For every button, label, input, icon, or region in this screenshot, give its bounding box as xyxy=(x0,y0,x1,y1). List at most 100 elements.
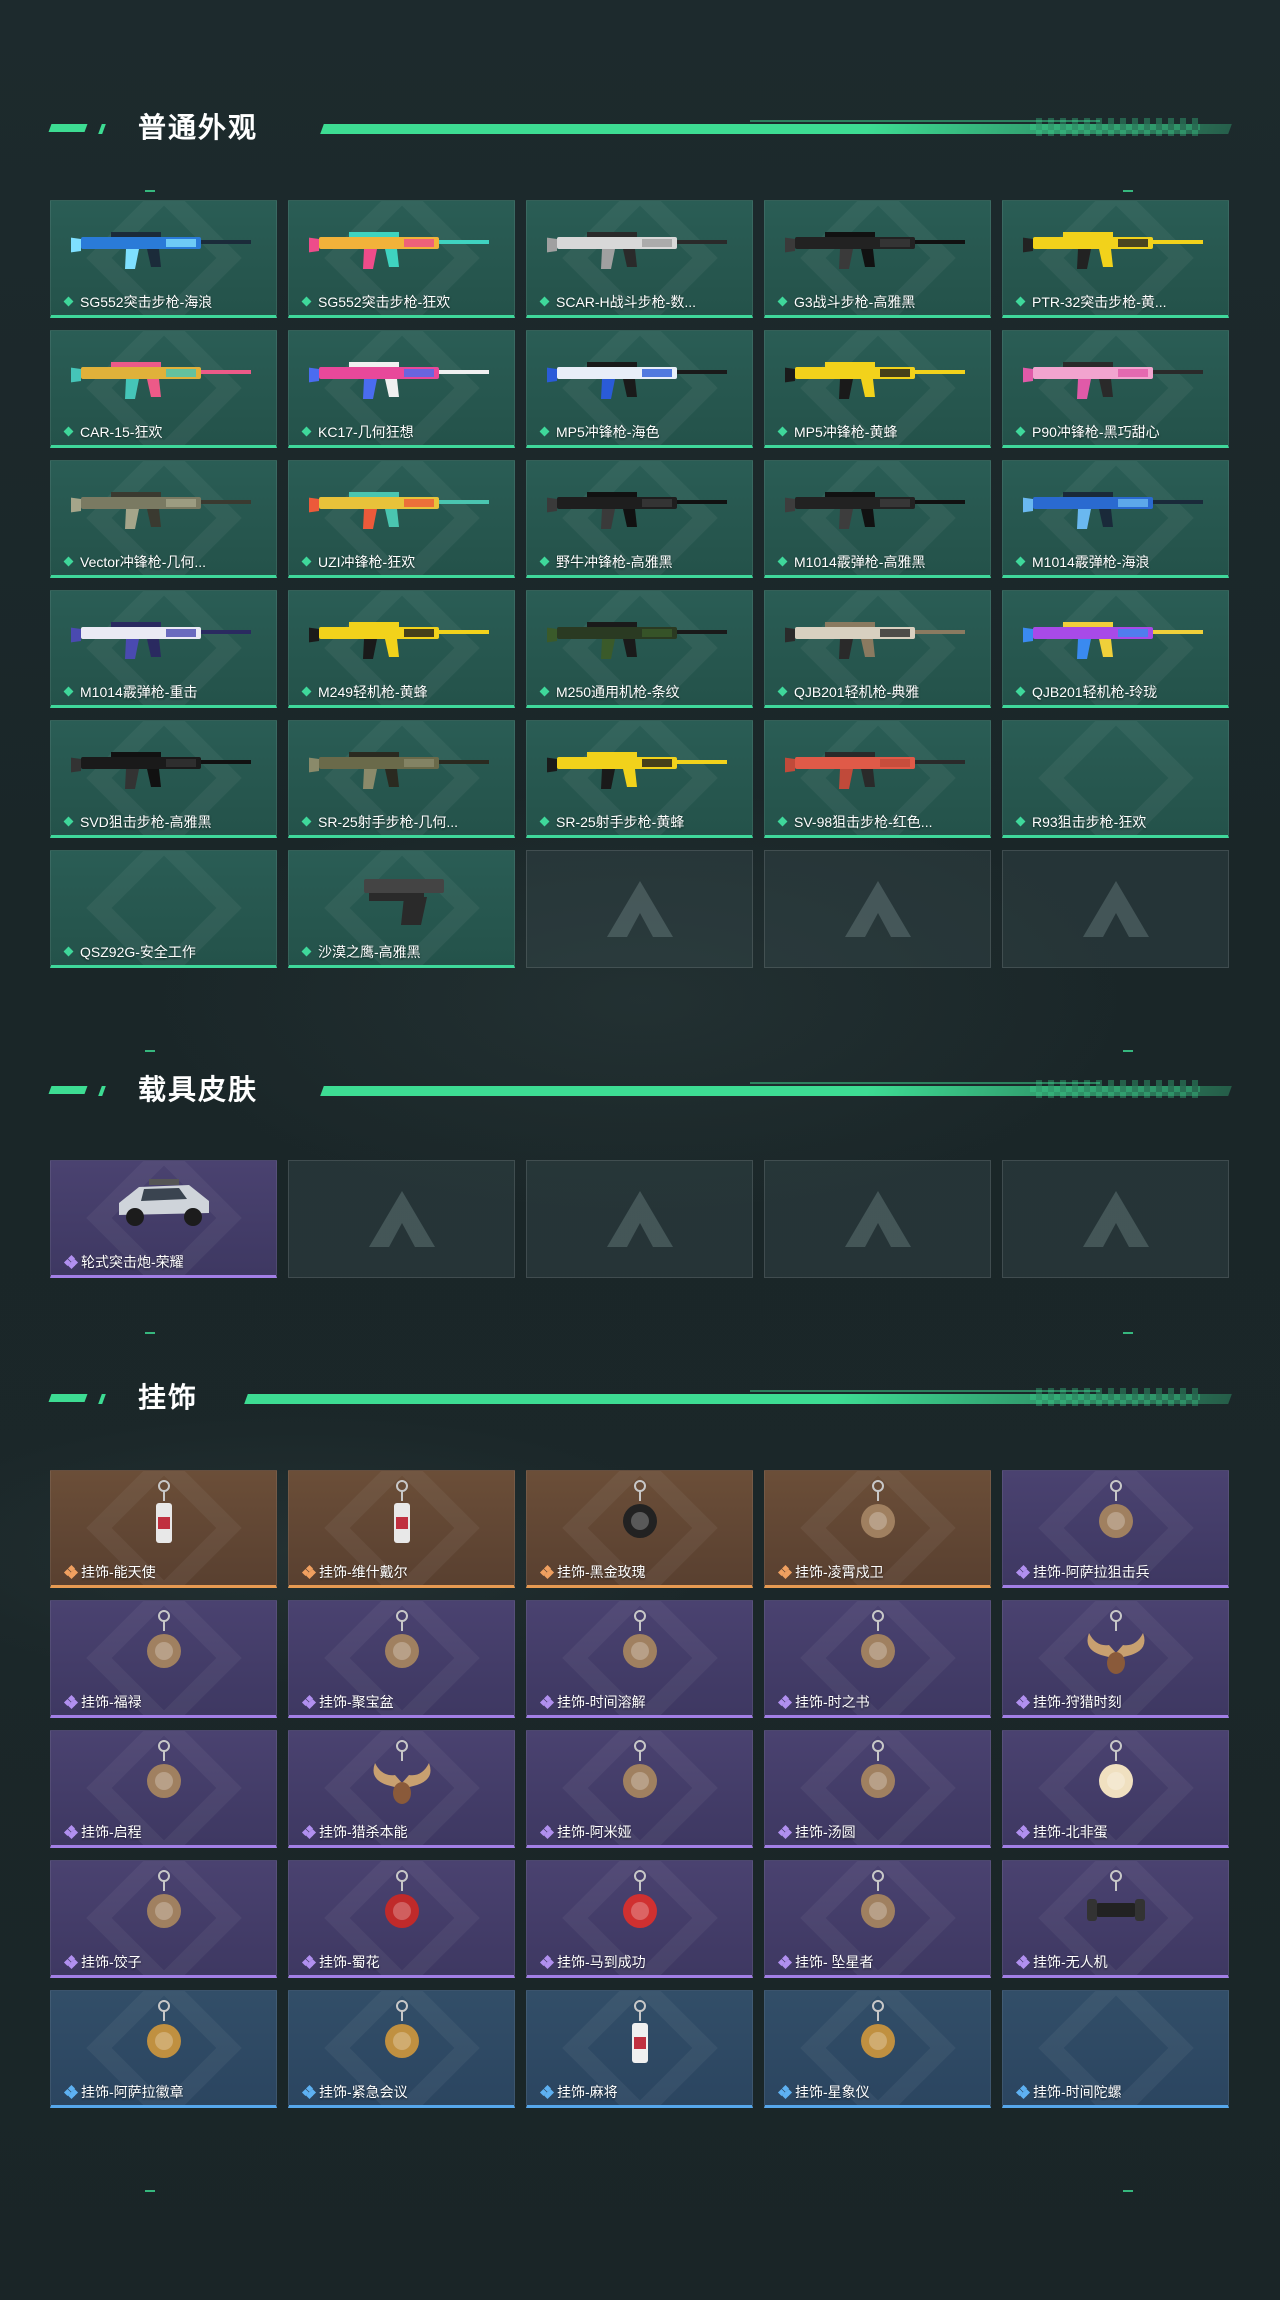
weapon-skin-card[interactable]: SR-25射手步枪-黄蜂 xyxy=(526,720,753,838)
weapon-skin-card[interactable]: SG552突击步枪-狂欢 xyxy=(288,200,515,318)
card-label: KC17-几何狂想 xyxy=(301,423,414,441)
rose-icon xyxy=(622,1480,657,1538)
card-label: M249轻机枪-黄蜂 xyxy=(301,683,428,701)
weapon-skin-card[interactable]: M1014霰弹枪-高雅黑 xyxy=(764,460,991,578)
weapon-image xyxy=(309,622,489,659)
charm-card[interactable]: 挂饰-阿萨拉狙击兵 xyxy=(1002,1470,1229,1588)
charm-card[interactable]: 挂饰-汤圆 xyxy=(764,1730,991,1848)
rarity-icon xyxy=(1015,556,1026,567)
charm-card[interactable]: 挂饰-狩猎时刻 xyxy=(1002,1600,1229,1718)
rarity-icon xyxy=(539,816,550,827)
card-label-text: QJB201轻机枪-玲珑 xyxy=(1032,684,1158,700)
placeholder-logo-icon xyxy=(1082,1191,1149,1247)
charm-card[interactable]: 挂饰-饺子 xyxy=(50,1860,277,1978)
weapon-skin-card[interactable]: M249轻机枪-黄蜂 xyxy=(288,590,515,708)
rarity-icon xyxy=(1015,1824,1031,1840)
weapon-image xyxy=(71,752,251,789)
weapon-skin-card[interactable]: M1014霰弹枪-海浪 xyxy=(1002,460,1229,578)
weapon-skin-card[interactable]: R93狙击步枪-狂欢 xyxy=(1002,720,1229,838)
charm-card[interactable]: 挂饰-启程 xyxy=(50,1730,277,1848)
weapon-skin-card[interactable]: QJB201轻机枪-典雅 xyxy=(764,590,991,708)
card-label: 挂饰-北非蛋 xyxy=(1015,1823,1108,1841)
card-label: CAR-15-狂欢 xyxy=(63,423,162,441)
charm-card[interactable]: 挂饰-阿萨拉徽章 xyxy=(50,1990,277,2108)
weapon-skin-card[interactable]: M250通用机枪-条纹 xyxy=(526,590,753,708)
rarity-icon xyxy=(1015,1564,1031,1580)
card-label-text: 挂饰-猎杀本能 xyxy=(319,1824,408,1840)
weapon-image xyxy=(309,492,489,529)
card-label-text: UZI冲锋枪-狂欢 xyxy=(318,554,416,570)
decor-tick xyxy=(145,1050,155,1052)
horse-icon xyxy=(622,1870,657,1928)
weapon-skin-card[interactable]: 沙漠之鹰-高雅黑 xyxy=(288,850,515,968)
weapon-image xyxy=(547,232,727,269)
card-label-text: M1014霰弹枪-海浪 xyxy=(1032,554,1150,570)
weapon-skin-card[interactable]: SV-98狙击步枪-红色... xyxy=(764,720,991,838)
weapon-skin-card[interactable]: Vector冲锋枪-几何... xyxy=(50,460,277,578)
weapon-skin-card[interactable]: MP5冲锋枪-海色 xyxy=(526,330,753,448)
charm-card[interactable]: 挂饰- 坠星者 xyxy=(764,1860,991,1978)
weapon-skin-card[interactable]: P90冲锋枪-黑巧甜心 xyxy=(1002,330,1229,448)
vehicle-skin-card[interactable]: 轮式突击炮-荣耀 xyxy=(50,1160,277,1278)
charm-card[interactable]: 挂饰-时之书 xyxy=(764,1600,991,1718)
charm-card[interactable]: 挂饰-时间溶解 xyxy=(526,1600,753,1718)
rarity-icon xyxy=(777,1824,793,1840)
rarity-icon xyxy=(1015,426,1026,437)
charm-card[interactable]: 挂饰-猎杀本能 xyxy=(288,1730,515,1848)
charm-card[interactable]: 挂饰-阿米娅 xyxy=(526,1730,753,1848)
empty-slot xyxy=(1002,850,1229,968)
weapon-skin-card[interactable]: SCAR-H战斗步枪-数... xyxy=(526,200,753,318)
weapon-skin-card[interactable]: KC17-几何狂想 xyxy=(288,330,515,448)
weapon-skin-card[interactable]: M1014霰弹枪-重击 xyxy=(50,590,277,708)
card-label: QJB201轻机枪-玲珑 xyxy=(1015,683,1158,701)
charm-card[interactable]: 挂饰-黑金玫瑰 xyxy=(526,1470,753,1588)
charm-card[interactable]: 挂饰-北非蛋 xyxy=(1002,1730,1229,1848)
charm-card[interactable]: 挂饰-聚宝盆 xyxy=(288,1600,515,1718)
weapon-skin-grid: SG552突击步枪-海浪 SG552突击步枪-狂欢 SCAR-H战斗步枪-数... G… xyxy=(50,200,1230,970)
card-label: QSZ92G-安全工作 xyxy=(63,943,196,961)
charm-card[interactable]: 挂饰-维什戴尔 xyxy=(288,1470,515,1588)
weapon-skin-card[interactable]: 野牛冲锋枪-高雅黑 xyxy=(526,460,753,578)
weapon-skin-card[interactable]: SVD狙击步枪-高雅黑 xyxy=(50,720,277,838)
clock-icon xyxy=(622,1610,657,1668)
dumpling-icon xyxy=(146,1870,181,1928)
card-label: M250通用机枪-条纹 xyxy=(539,683,680,701)
weapon-skin-card[interactable]: SR-25射手步枪-几何... xyxy=(288,720,515,838)
dumpling-icon xyxy=(860,1740,895,1798)
card-label: MP5冲锋枪-黄蜂 xyxy=(777,423,897,441)
rarity-icon xyxy=(301,426,312,437)
weapon-skin-card[interactable]: G3战斗步枪-高雅黑 xyxy=(764,200,991,318)
charm-card[interactable]: 挂饰-无人机 xyxy=(1002,1860,1229,1978)
weapon-skin-card[interactable]: SG552突击步枪-海浪 xyxy=(50,200,277,318)
weapon-skin-card[interactable]: QSZ92G-安全工作 xyxy=(50,850,277,968)
charm-card[interactable]: 挂饰-凌霄戍卫 xyxy=(764,1470,991,1588)
card-label-text: 挂饰-蜀花 xyxy=(319,1954,380,1970)
weapon-skin-card[interactable]: PTR-32突击步枪-黄... xyxy=(1002,200,1229,318)
charm-card[interactable]: 挂饰-马到成功 xyxy=(526,1860,753,1978)
weapon-skin-card[interactable]: CAR-15-狂欢 xyxy=(50,330,277,448)
charm-card[interactable]: 挂饰-福禄 xyxy=(50,1600,277,1718)
card-label: 挂饰-维什戴尔 xyxy=(301,1563,408,1581)
weapon-image xyxy=(1023,492,1203,529)
compass-icon xyxy=(146,1740,181,1798)
weapon-image xyxy=(71,492,251,529)
charm-card[interactable]: 挂饰-麻将 xyxy=(526,1990,753,2108)
charm-card[interactable]: 挂饰-星象仪 xyxy=(764,1990,991,2108)
rarity-icon xyxy=(777,1694,793,1710)
card-label: 挂饰-时之书 xyxy=(777,1693,870,1711)
card-label: SVD狙击步枪-高雅黑 xyxy=(63,813,211,831)
weapon-skin-card[interactable]: MP5冲锋枪-黄蜂 xyxy=(764,330,991,448)
weapon-skin-card[interactable]: QJB201轻机枪-玲珑 xyxy=(1002,590,1229,708)
header-accent xyxy=(48,1086,88,1094)
card-label: QJB201轻机枪-典雅 xyxy=(777,683,919,701)
charm-card[interactable]: 挂饰-蜀花 xyxy=(288,1860,515,1978)
card-label: M1014霰弹枪-海浪 xyxy=(1015,553,1150,571)
charm-card[interactable]: 挂饰-紧急会议 xyxy=(288,1990,515,2108)
rarity-icon xyxy=(777,426,788,437)
charm-card[interactable]: 挂饰-时间陀螺 xyxy=(1002,1990,1229,2108)
charm-card[interactable]: 挂饰-能天使 xyxy=(50,1470,277,1588)
card-label: 挂饰-聚宝盆 xyxy=(301,1693,394,1711)
astrolabe-icon xyxy=(860,2000,895,2058)
weapon-skin-card[interactable]: UZI冲锋枪-狂欢 xyxy=(288,460,515,578)
card-label: 挂饰-星象仪 xyxy=(777,2083,870,2101)
